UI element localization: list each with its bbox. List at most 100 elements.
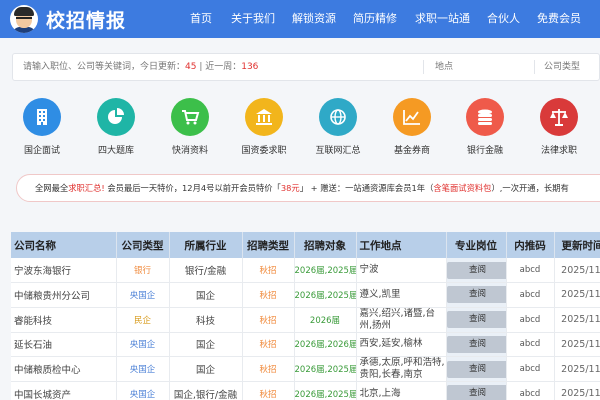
nav-job-one-stop[interactable]: 求职一站通 bbox=[415, 0, 470, 38]
recruit-type: 秋招 bbox=[242, 356, 295, 382]
work-location: 西安,延安,榆林 bbox=[356, 332, 447, 357]
industry: 国企,银行/金融 bbox=[169, 381, 243, 400]
category-label: 银行金融 bbox=[466, 146, 503, 156]
table-header-row: 公司名称 公司类型 所属行业 招聘类型 招聘对象 工作地点 专业岗位 内推码 更… bbox=[11, 232, 600, 258]
company-name[interactable]: 延长石油 bbox=[11, 332, 117, 357]
company-type-tag: 民企 bbox=[116, 307, 170, 333]
category-label: 四大题库 bbox=[97, 146, 134, 156]
category-fmcg-materials[interactable] bbox=[171, 98, 209, 136]
category-internet-summary[interactable] bbox=[319, 98, 357, 136]
column-header: 招聘对象 bbox=[294, 232, 357, 258]
view-button[interactable]: 查阅 bbox=[446, 261, 505, 279]
industry: 国企 bbox=[169, 282, 243, 308]
nav-home[interactable]: 首页 bbox=[190, 0, 212, 38]
nav-about[interactable]: 关于我们 bbox=[231, 0, 275, 38]
search-divider bbox=[534, 60, 535, 74]
search-divider bbox=[423, 60, 424, 74]
column-header: 更新时间 bbox=[554, 232, 600, 258]
table-row: 中储粮质检中心 央国企 国企 秋招 2026届,2025届 承德,太原,呼和浩特… bbox=[11, 356, 600, 382]
column-header: 所属行业 bbox=[169, 232, 243, 258]
table-row: 延长石油 央国企 国企 秋招 2026届,2026届 西安,延安,榆林 查阅 a… bbox=[11, 332, 600, 357]
company-name[interactable]: 中国长城资产 bbox=[11, 381, 117, 400]
category-label: 基金券商 bbox=[393, 146, 430, 156]
position-cell: 查阅 bbox=[446, 356, 507, 382]
update-time: 2025/11/ bbox=[554, 332, 600, 357]
update-time: 2025/11/ bbox=[554, 258, 600, 283]
update-time: 2025/11/ bbox=[554, 307, 600, 333]
category-legal-jobs[interactable] bbox=[540, 98, 578, 136]
category-fund-brokerage[interactable] bbox=[393, 98, 431, 136]
pie-chart-icon bbox=[108, 108, 124, 124]
company-type-select[interactable]: 公司类型 bbox=[544, 54, 580, 80]
recruit-type: 秋招 bbox=[242, 258, 295, 283]
globe-icon bbox=[330, 109, 346, 125]
category-label: 互联网汇总 bbox=[315, 146, 361, 156]
recruit-type: 秋招 bbox=[242, 332, 295, 357]
industry: 科技 bbox=[169, 307, 243, 333]
company-name[interactable]: 宁波东海银行 bbox=[11, 258, 117, 283]
logo-avatar[interactable] bbox=[10, 5, 38, 33]
view-button[interactable]: 查阅 bbox=[446, 335, 505, 353]
recruit-target: 2026届,2025届 bbox=[294, 282, 357, 308]
recruit-target: 2026届,2026届 bbox=[294, 332, 357, 357]
category-label: 国企面试 bbox=[23, 146, 60, 156]
view-button[interactable]: 查阅 bbox=[446, 311, 505, 328]
work-location: 宁波 bbox=[356, 258, 447, 283]
table-row: 中储粮贵州分公司 央国企 国企 秋招 2026届,2025届 遵义,凯里 查阅 … bbox=[11, 282, 600, 308]
recruit-type: 秋招 bbox=[242, 282, 295, 308]
column-header: 工作地点 bbox=[356, 232, 447, 258]
week-update-count: 136 bbox=[241, 62, 259, 72]
company-name[interactable]: 睿能科技 bbox=[11, 307, 117, 333]
category-soe-interview[interactable] bbox=[23, 98, 61, 136]
category-bank-finance[interactable] bbox=[466, 98, 504, 136]
view-button[interactable]: 查阅 bbox=[446, 360, 505, 378]
work-location: 北京,上海 bbox=[356, 381, 447, 400]
category-label: 快消资料 bbox=[171, 146, 208, 156]
column-header: 公司类型 bbox=[116, 232, 170, 258]
industry: 国企 bbox=[169, 356, 243, 382]
recruit-type: 秋招 bbox=[242, 307, 295, 333]
update-time: 2025/11/ bbox=[554, 282, 600, 308]
nav-resume-polish[interactable]: 简历精修 bbox=[353, 0, 397, 38]
company-type-tag: 央国企 bbox=[116, 282, 170, 308]
nav-partner[interactable]: 合伙人 bbox=[487, 0, 520, 38]
location-select[interactable]: 地点 bbox=[435, 54, 453, 80]
column-header: 招聘类型 bbox=[242, 232, 295, 258]
position-cell: 查阅 bbox=[446, 282, 507, 308]
referral-code: abcd bbox=[506, 332, 555, 357]
recruit-target: 2026届,2025届 bbox=[294, 381, 357, 400]
nav-unlock-resources[interactable]: 解锁资源 bbox=[292, 0, 336, 38]
search-input[interactable]: 请输入职位、公司等关键词，今日更新：45 | 近一周：136 bbox=[23, 54, 258, 80]
category-big-four-bank[interactable] bbox=[97, 98, 135, 136]
recruit-type: 秋招 bbox=[242, 381, 295, 400]
column-header: 公司名称 bbox=[11, 232, 117, 258]
position-cell: 查阅 bbox=[446, 258, 507, 283]
company-name[interactable]: 中储粮质检中心 bbox=[11, 356, 117, 382]
position-cell: 查阅 bbox=[446, 332, 507, 357]
today-update-count: 45 bbox=[185, 62, 197, 72]
job-table: 公司名称 公司类型 所属行业 招聘类型 招聘对象 工作地点 专业岗位 内推码 更… bbox=[11, 232, 600, 400]
position-cell: 查阅 bbox=[446, 381, 507, 400]
industry: 银行/金融 bbox=[169, 258, 243, 283]
recruit-target: 2026届 bbox=[294, 307, 357, 333]
column-header: 内推码 bbox=[506, 232, 555, 258]
work-location: 承德,太原,呼和浩特,贵阳,长春,南京 bbox=[356, 356, 447, 382]
work-location: 遵义,凯里 bbox=[356, 282, 447, 308]
company-type-tag: 央国企 bbox=[116, 381, 170, 400]
bank-icon bbox=[256, 109, 272, 125]
company-name[interactable]: 中储粮贵州分公司 bbox=[11, 282, 117, 308]
referral-code: abcd bbox=[506, 307, 555, 333]
scale-icon bbox=[550, 109, 568, 126]
site-logo-text[interactable]: 校招情报 bbox=[46, 6, 126, 33]
table-row: 睿能科技 民企 科技 秋招 2026届 嘉兴,绍兴,诸暨,台州,扬州 查阅 ab… bbox=[11, 307, 600, 333]
company-type-tag: 央国企 bbox=[116, 356, 170, 382]
view-button[interactable]: 查阅 bbox=[446, 286, 505, 304]
category-sasac-jobs[interactable] bbox=[245, 98, 283, 136]
referral-code: abcd bbox=[506, 356, 555, 382]
nav-free-member[interactable]: 免费会员 bbox=[537, 0, 581, 38]
referral-code: abcd bbox=[506, 282, 555, 308]
promo-banner[interactable]: 全网最全求职汇总! 会员最后一天特价，12月4号以前开会员特价「38元」 + 赠… bbox=[16, 174, 600, 202]
company-type-tag: 央国企 bbox=[116, 332, 170, 357]
referral-code: abcd bbox=[506, 381, 555, 400]
view-button[interactable]: 查阅 bbox=[446, 385, 505, 400]
